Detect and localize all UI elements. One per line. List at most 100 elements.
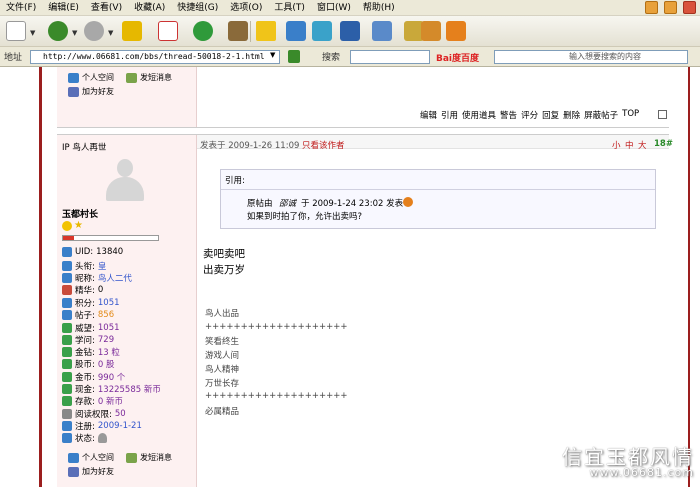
- browser-window: 文件(F) 编辑(E) 查看(V) 收藏(A) 快捷组(G) 选项(O) 工具(…: [0, 0, 700, 487]
- new-dropdown-icon[interactable]: ▼: [30, 29, 35, 37]
- stat-registered: 注册: 2009-1-21: [62, 420, 142, 432]
- quote-link[interactable]: 引用: [441, 109, 458, 121]
- author-name[interactable]: IP 鸟人再世: [62, 141, 106, 153]
- forward-icon[interactable]: [84, 21, 104, 41]
- stat-digest: 精华: 0: [62, 284, 103, 296]
- menu-view[interactable]: 查看(V): [85, 0, 128, 16]
- send-message-link-top[interactable]: 发短消息: [126, 72, 172, 83]
- quote-block: 引用: 原帖由 邵诚 于 2009-1-24 23:02 发表 如果到时拍了你，…: [220, 169, 656, 229]
- font-small-link[interactable]: 小: [612, 139, 621, 151]
- watermark-url: www.06681.com: [589, 466, 694, 479]
- menu-help[interactable]: 帮助(H): [357, 0, 401, 16]
- use-item-link[interactable]: 使用道具: [462, 109, 496, 121]
- quote-title: 引用:: [225, 176, 245, 186]
- stop-icon[interactable]: [158, 21, 178, 41]
- minimize-button[interactable]: [645, 1, 658, 14]
- back-icon[interactable]: [48, 21, 68, 41]
- favorites-star-icon[interactable]: [256, 21, 276, 41]
- send-message-link[interactable]: 发短消息: [126, 452, 172, 463]
- menu-favorites[interactable]: 收藏(A): [128, 0, 171, 16]
- diamond-icon: [62, 347, 72, 357]
- stat-knowledge: 学问: 729: [62, 334, 114, 346]
- block-post-link[interactable]: 屏蔽帖子: [584, 109, 618, 121]
- reply-link[interactable]: 回复: [542, 109, 559, 121]
- message-icon: [126, 72, 137, 83]
- warn-link[interactable]: 警告: [500, 109, 517, 121]
- top-link[interactable]: TOP: [622, 109, 639, 121]
- stat-points: 积分: 1051: [62, 297, 120, 309]
- groups-icon[interactable]: [286, 21, 306, 41]
- deposit-icon: [62, 396, 72, 406]
- rank-sun-icon: [62, 221, 72, 231]
- close-button[interactable]: [683, 1, 696, 14]
- baidu-search-input[interactable]: 输入想要搜索的内容: [494, 50, 688, 64]
- forward-dropdown-icon[interactable]: ▼: [108, 29, 113, 37]
- user-rank: 玉都村长: [62, 210, 99, 220]
- restore-button[interactable]: [664, 1, 677, 14]
- back-dropdown-icon[interactable]: ▼: [72, 29, 77, 37]
- title-icon: [62, 261, 72, 271]
- goto-post-icon[interactable]: [403, 197, 413, 207]
- menu-bar: 文件(F) 编辑(E) 查看(V) 收藏(A) 快捷组(G) 选项(O) 工具(…: [0, 0, 700, 16]
- stat-nickname: 昵称: 鸟人二代: [62, 272, 132, 284]
- post-divider: [57, 127, 669, 128]
- font-large-link[interactable]: 大: [638, 139, 647, 151]
- quote-text: 如果到时拍了你，允许出卖吗?: [247, 212, 363, 222]
- menu-tools[interactable]: 工具(T): [268, 0, 311, 16]
- stat-status: 状态:: [62, 432, 107, 444]
- go-icon[interactable]: [288, 50, 300, 63]
- nickname-icon: [62, 273, 72, 283]
- columns-icon[interactable]: [372, 21, 392, 41]
- toolbar: ▼ ▼ ▼: [0, 16, 700, 47]
- right-border: [688, 67, 690, 487]
- plugin-icon[interactable]: [421, 21, 441, 41]
- avatar[interactable]: [104, 159, 146, 203]
- home-icon[interactable]: [228, 21, 248, 41]
- permission-icon: [62, 409, 72, 419]
- signature-line: 游戏人间: [205, 351, 240, 361]
- post-time: 发表于 2009-1-26 11:09: [200, 141, 300, 151]
- select-post-checkbox[interactable]: [658, 110, 667, 119]
- menu-window[interactable]: 窗口(W): [311, 0, 357, 16]
- menu-groups[interactable]: 快捷组(G): [171, 0, 224, 16]
- menu-edit[interactable]: 编辑(E): [42, 0, 85, 16]
- stat-title: 头衔: 皇: [62, 260, 106, 272]
- undo-close-icon[interactable]: [340, 21, 360, 41]
- prestige-icon: [62, 323, 72, 333]
- floor-number[interactable]: 18#: [654, 139, 673, 149]
- refresh-icon[interactable]: [193, 21, 213, 41]
- stat-shares: 股币: 0 股: [62, 358, 115, 370]
- signature-line: 笑看终生: [205, 337, 240, 347]
- home-icon: [68, 452, 79, 463]
- signature-line: 万世长存: [205, 379, 240, 389]
- edit-link[interactable]: 编辑: [420, 109, 437, 121]
- window-icon[interactable]: [312, 21, 332, 41]
- shares-icon: [62, 359, 72, 369]
- menu-file[interactable]: 文件(F): [0, 0, 42, 16]
- quote-user[interactable]: 邵诚: [279, 197, 296, 209]
- address-input[interactable]: http://www.06681.com/bbs/thread-50018-2-…: [30, 50, 280, 64]
- stat-uid: UID: 13840: [62, 247, 123, 257]
- delete-link[interactable]: 删除: [563, 109, 580, 121]
- address-dropdown-icon[interactable]: ▼: [270, 51, 275, 59]
- post-actions: 编辑 引用 使用道具 警告 评分 回复 删除 屏蔽帖子 TOP: [420, 109, 639, 121]
- signature-line: 必属精品: [205, 407, 240, 417]
- quote-divider: [221, 189, 655, 190]
- menu-options[interactable]: 选项(O): [224, 0, 268, 16]
- new-page-icon[interactable]: [6, 21, 26, 41]
- rate-link[interactable]: 评分: [521, 109, 538, 121]
- level-progress-bar: [62, 235, 159, 241]
- left-border: [39, 67, 42, 487]
- font-medium-link[interactable]: 中: [625, 139, 634, 151]
- up-icon[interactable]: [122, 21, 142, 41]
- rss-icon[interactable]: [446, 21, 466, 41]
- only-author-link[interactable]: 只看该作者: [302, 139, 345, 151]
- add-friend-link[interactable]: 加为好友: [68, 466, 114, 477]
- add-friend-link-top[interactable]: 加为好友: [68, 86, 114, 97]
- search-input[interactable]: [350, 50, 430, 64]
- personal-space-link[interactable]: 个人空间: [68, 452, 114, 463]
- personal-space-link-top[interactable]: 个人空间: [68, 72, 114, 83]
- stat-diamond: 金钻: 13 粒: [62, 346, 120, 358]
- baidu-logo[interactable]: Bai度百度: [436, 51, 479, 64]
- cash-icon: [62, 384, 72, 394]
